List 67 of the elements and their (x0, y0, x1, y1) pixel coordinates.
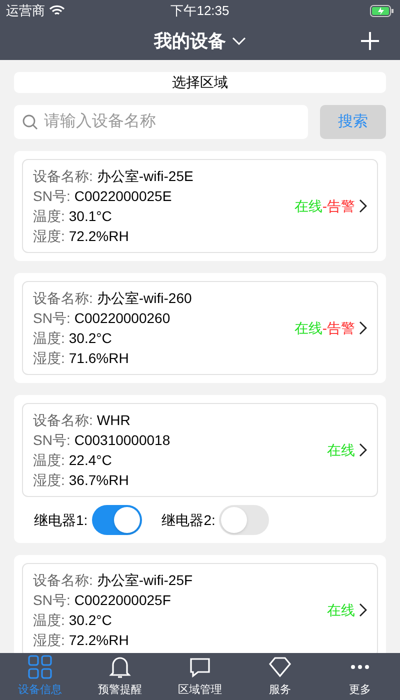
field-label: 温度: (33, 328, 65, 348)
field-label: SN号: (33, 430, 70, 450)
title-dropdown[interactable]: 我的设备 (154, 28, 246, 54)
plus-icon (360, 31, 380, 51)
tab-bar-item[interactable]: 服务 (240, 653, 320, 700)
chevron-right-icon (359, 443, 367, 457)
field-value: 办公室-wifi-25E (96, 166, 194, 186)
bell-icon (107, 654, 133, 680)
more-icon (351, 665, 369, 670)
field-label: 湿度: (33, 348, 65, 368)
field-label: SN号: (33, 186, 70, 206)
device-info-panel[interactable]: 设备名称: 办公室-wifi-25E SN号: C0022000025E 温度: 30.1°C 湿度: 72.2%RH 在线-告警 (22, 159, 378, 253)
field-value: C0022000025F (74, 590, 171, 610)
field-value: 办公室-wifi-260 (96, 288, 192, 308)
field-value: 72.2%RH (68, 630, 129, 650)
online-status: 在线 (327, 600, 355, 620)
online-status: 在线 (294, 196, 322, 216)
field-label: SN号: (33, 590, 70, 610)
carrier-label: 运营商 (6, 2, 45, 20)
field-value: 36.7%RH (68, 470, 129, 490)
battery-icon (370, 5, 394, 17)
chevron-right-icon (359, 321, 367, 335)
tab-bar-item[interactable]: 更多 (320, 653, 400, 700)
device-info-panel[interactable]: 设备名称: 办公室-wifi-260 SN号: C00220000260 温度: 30.2°C 湿度: 71.6%RH 在线-告警 (22, 281, 378, 375)
tab-bar-item[interactable]: 区域管理 (160, 653, 240, 700)
field-value: C00310000018 (74, 430, 170, 450)
field-value: WHR (96, 410, 130, 430)
field-label: 温度: (33, 450, 65, 470)
search-icon (22, 114, 38, 130)
relay-switch[interactable] (92, 505, 142, 535)
field-label: 湿度: (33, 226, 65, 246)
tab-bar-item[interactable]: 预警提醒 (80, 653, 160, 700)
field-value: 办公室-wifi-25F (96, 570, 193, 590)
device-info-panel[interactable]: 设备名称: WHR SN号: C00310000018 温度: 22.4°C 湿度: 36.7%RH 在线 (22, 403, 378, 497)
field-value: 72.2%RH (68, 226, 129, 246)
grid-icon (27, 654, 53, 680)
clock-time: 下午12:35 (170, 2, 230, 20)
wifi-icon (49, 5, 65, 17)
field-value: 30.1°C (68, 206, 112, 226)
field-value: C00220000260 (74, 308, 170, 328)
online-status: 在线 (327, 440, 355, 460)
select-region-button[interactable]: 选择区域 (14, 72, 386, 93)
chevron-right-icon (359, 199, 367, 213)
field-label: 温度: (33, 206, 65, 226)
field-value: C0022000025E (74, 186, 172, 206)
field-label: 温度: (33, 610, 65, 630)
field-value: 22.4°C (68, 450, 112, 470)
field-label: 湿度: (33, 470, 65, 490)
field-label: 设备名称: (33, 570, 93, 590)
alarm-status: -告警 (322, 318, 355, 338)
add-button[interactable] (360, 31, 380, 51)
field-label: 设备名称: (33, 288, 93, 308)
chevron-down-icon (232, 37, 246, 45)
chevron-right-icon (359, 603, 367, 617)
online-status: 在线 (294, 318, 322, 338)
search-field[interactable]: 请输入设备名称 (14, 105, 308, 139)
field-label: SN号: (33, 308, 70, 328)
field-label: 设备名称: (33, 410, 93, 430)
field-label: 湿度: (33, 630, 65, 650)
alarm-status: -告警 (322, 196, 355, 216)
field-value: 71.6%RH (68, 348, 129, 368)
relay-switch[interactable] (219, 505, 270, 535)
relay-label: 继电器2: (162, 510, 216, 530)
field-value: 30.2°C (68, 610, 112, 630)
field-label: 设备名称: (33, 166, 93, 186)
relay-label: 继电器1: (34, 510, 88, 530)
field-value: 30.2°C (68, 328, 112, 348)
